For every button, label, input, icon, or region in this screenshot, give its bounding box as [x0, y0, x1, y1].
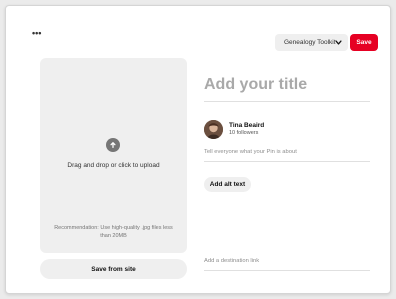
destination-link-input[interactable]: Add a destination link — [204, 258, 370, 271]
save-button[interactable]: Save — [350, 34, 378, 51]
user-followers-count: 10 followers — [229, 130, 259, 136]
board-select-label: Genealogy Toolkit — [284, 39, 336, 46]
upload-recommendation-text: Recommendation: Use high-quality .jpg fi… — [54, 225, 173, 239]
board-select-dropdown[interactable]: Genealogy Toolkit — [275, 34, 348, 51]
upload-instruction-text: Drag and drop or click to upload — [67, 162, 160, 169]
add-alt-text-button[interactable]: Add alt text — [204, 177, 251, 192]
user-name: Tina Beaird — [229, 122, 265, 129]
pin-title-input[interactable]: Add your title — [204, 72, 370, 102]
avatar — [204, 120, 223, 139]
page: ••• Genealogy Toolkit Save Drag and drop… — [0, 0, 396, 299]
chevron-down-icon — [335, 40, 342, 45]
upload-arrow-icon — [106, 138, 120, 152]
save-from-site-button[interactable]: Save from site — [40, 259, 187, 279]
image-upload-dropzone[interactable]: Drag and drop or click to upload Recomme… — [40, 58, 187, 253]
pin-description-input[interactable]: Tell everyone what your Pin is about — [204, 149, 370, 162]
more-options-button[interactable]: ••• — [32, 28, 41, 38]
